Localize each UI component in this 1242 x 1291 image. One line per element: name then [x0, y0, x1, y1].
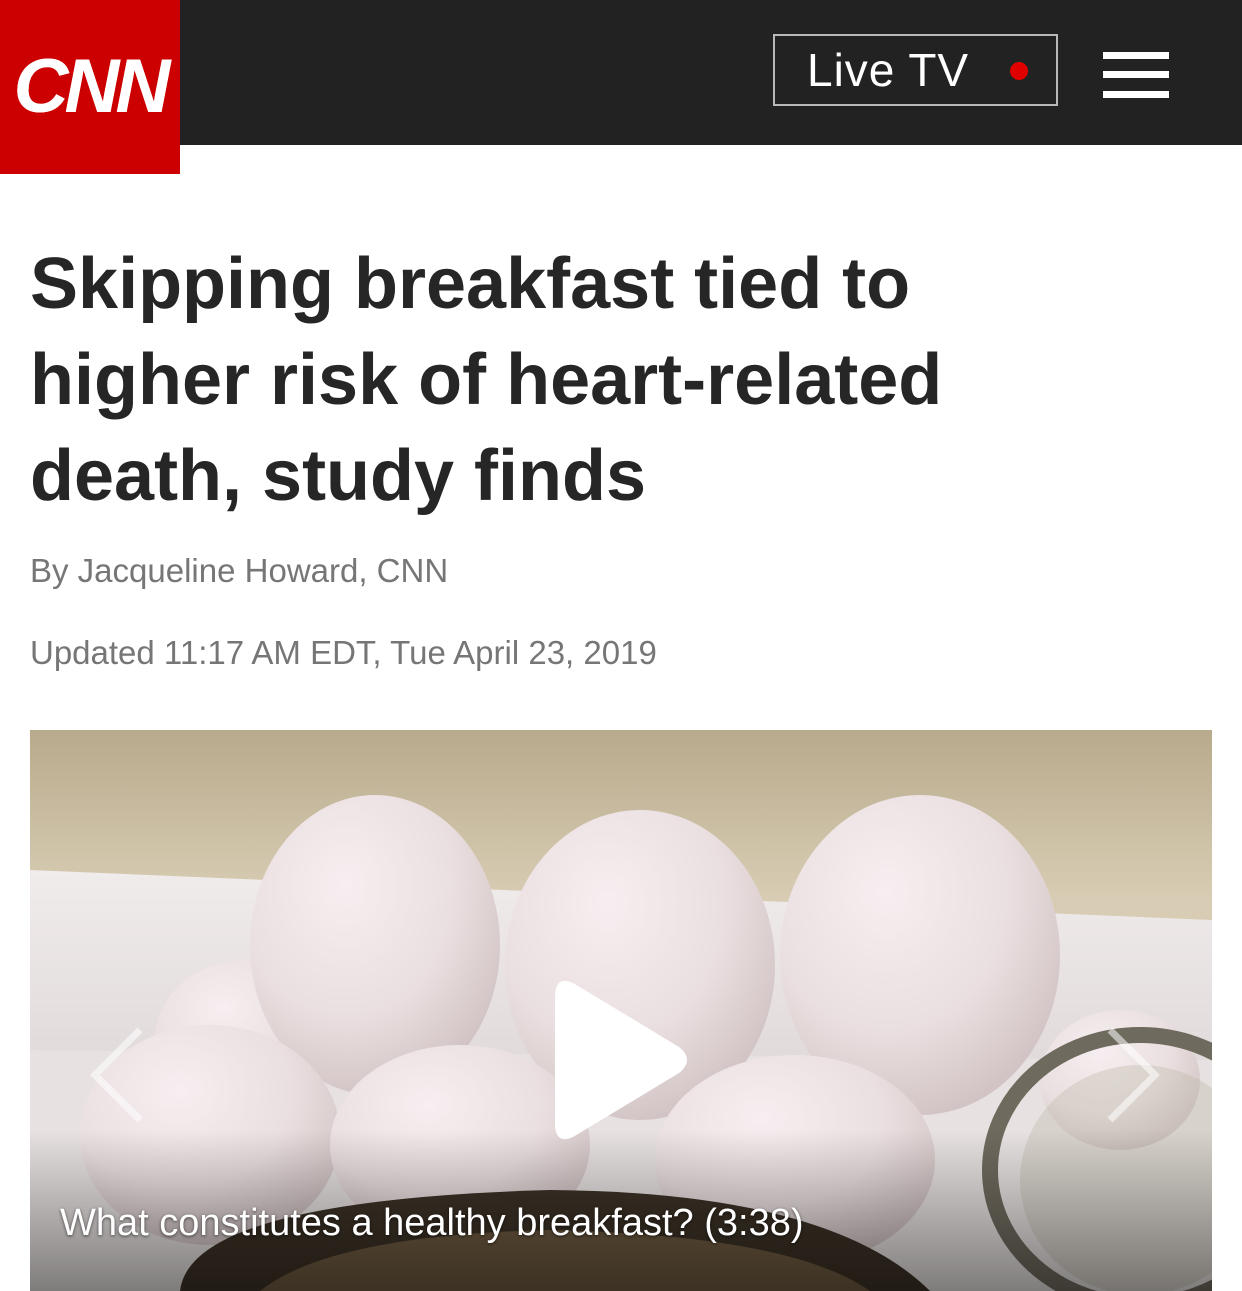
- live-tv-label: Live TV: [807, 44, 970, 96]
- cnn-logo[interactable]: CNN: [0, 0, 180, 174]
- article-updated-timestamp: Updated 11:17 AM EDT, Tue April 23, 2019: [30, 634, 657, 671]
- live-indicator-dot: [1010, 62, 1028, 80]
- live-tv-button[interactable]: Live TV: [773, 34, 1058, 106]
- menu-bar-bottom: [1103, 91, 1169, 98]
- video-caption: What constitutes a healthy breakfast? (3…: [60, 1202, 804, 1244]
- menu-bar-top: [1103, 52, 1169, 59]
- next-video-chevron-icon[interactable]: [1095, 1025, 1165, 1125]
- hamburger-menu-icon[interactable]: [1103, 52, 1169, 98]
- article-byline: By Jacqueline Howard, CNN: [30, 552, 449, 589]
- article-headline: Skipping breakfast tied to higher risk o…: [30, 244, 943, 516]
- video-player[interactable]: What constitutes a healthy breakfast? (3…: [30, 730, 1212, 1291]
- previous-video-chevron-icon[interactable]: [85, 1025, 155, 1125]
- cnn-logo-text: CNN: [13, 44, 171, 129]
- menu-bar-middle: [1103, 71, 1169, 78]
- play-icon[interactable]: [555, 975, 690, 1145]
